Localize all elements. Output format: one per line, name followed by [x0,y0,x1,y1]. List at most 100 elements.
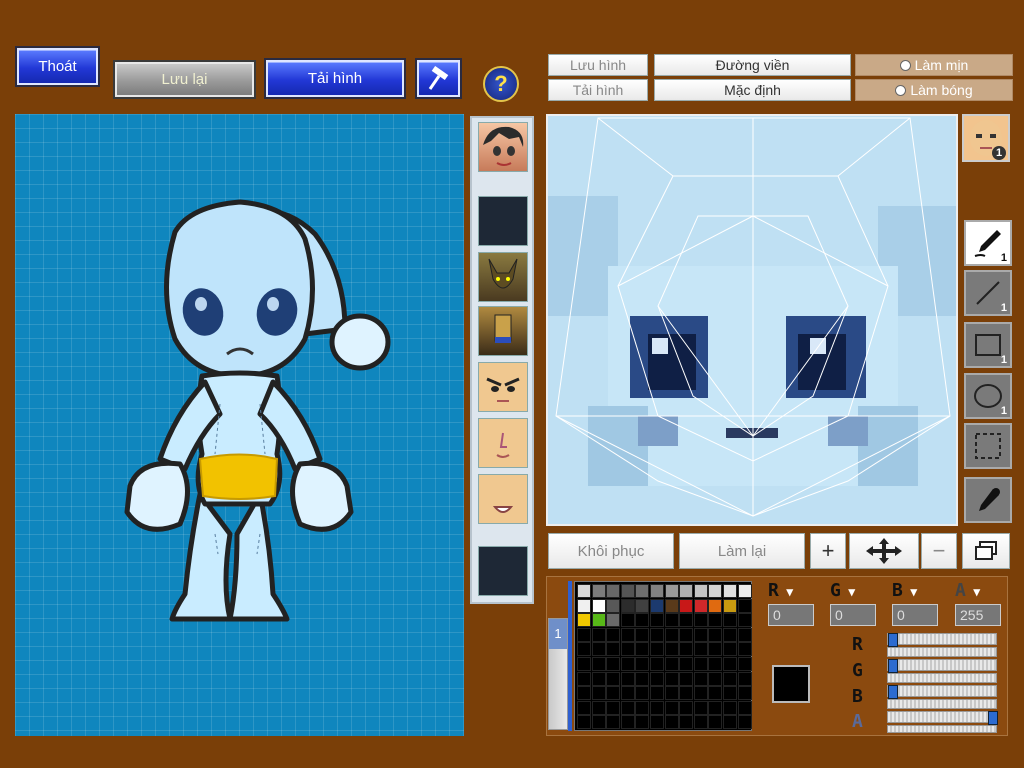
palette-swatch[interactable] [606,657,621,671]
palette-swatch[interactable] [635,642,650,657]
eyedropper-tool[interactable] [964,477,1012,523]
default-tab[interactable]: Mặc định [654,79,851,101]
g-slider[interactable] [887,659,997,673]
palette-swatch[interactable] [606,715,621,730]
palette-swatch[interactable] [664,715,679,730]
palette-swatch[interactable] [650,686,664,701]
palette-swatch[interactable] [679,686,694,701]
palette-swatch[interactable] [679,598,694,613]
palette-swatch[interactable] [737,642,752,657]
palette-swatch[interactable] [635,584,650,598]
palette-swatch[interactable] [577,700,591,715]
character-preview[interactable] [15,114,464,736]
palette-swatch[interactable] [650,584,664,598]
palette-swatch[interactable] [606,686,621,701]
palette-swatch[interactable] [693,642,708,657]
palette-swatch[interactable] [635,715,650,730]
thumb-beast-head[interactable] [478,252,528,302]
palette-swatch[interactable] [620,642,635,657]
palette-swatch[interactable] [664,700,679,715]
palette-swatch[interactable] [708,627,723,642]
palette-swatch[interactable] [679,584,694,598]
palette-swatch[interactable] [606,671,621,686]
palette-swatch[interactable] [591,657,606,671]
palette-swatch[interactable] [723,715,737,730]
palette-swatch[interactable] [577,627,591,642]
thumb-body[interactable] [478,306,528,356]
palette-swatch[interactable] [620,657,635,671]
palette-swatch[interactable] [723,671,737,686]
palette-swatch[interactable] [737,613,752,628]
palette-scroll[interactable] [568,581,572,731]
palette-swatch[interactable] [664,584,679,598]
move-button[interactable] [849,533,919,569]
b-value-input[interactable]: 0 [892,604,938,626]
thumb-mouth-2[interactable] [478,474,528,524]
palette-swatch[interactable] [577,671,591,686]
palette-swatch[interactable] [664,671,679,686]
palette-swatch[interactable] [635,627,650,642]
palette-swatch[interactable] [591,642,606,657]
palette-swatch[interactable] [591,700,606,715]
palette-swatch[interactable] [679,657,694,671]
b-slider[interactable] [887,685,997,699]
palette-swatch[interactable] [737,700,752,715]
palette-swatch[interactable] [693,671,708,686]
palette-swatch[interactable] [693,584,708,598]
palette-swatch[interactable] [693,715,708,730]
pixel-editor-canvas[interactable] [546,114,958,526]
a-value-input[interactable]: 255 [955,604,1001,626]
r-slider-thumb[interactable] [888,633,898,647]
palette-swatch[interactable] [591,686,606,701]
palette-swatch[interactable] [606,700,621,715]
palette-swatch[interactable] [591,613,606,628]
color-palette-grid[interactable] [574,581,752,731]
palette-swatch[interactable] [679,700,694,715]
palette-swatch[interactable] [708,657,723,671]
palette-swatch[interactable] [723,657,737,671]
pen-tool[interactable]: 1 [964,220,1012,266]
palette-swatch[interactable] [708,686,723,701]
thumb-empty-1[interactable] [478,196,528,246]
palette-swatch[interactable] [723,642,737,657]
zoom-in-button[interactable]: + [810,533,846,569]
palette-swatch[interactable] [606,642,621,657]
palette-swatch[interactable] [577,715,591,730]
palette-swatch[interactable] [650,671,664,686]
palette-swatch[interactable] [650,642,664,657]
palette-swatch[interactable] [664,613,679,628]
palette-swatch[interactable] [723,700,737,715]
a-slider-thumb[interactable] [988,711,998,725]
zoom-out-button[interactable]: − [921,533,957,569]
palette-swatch[interactable] [620,686,635,701]
palette-swatch[interactable] [737,584,752,598]
smooth-toggle[interactable]: Làm mịn [855,54,1013,76]
palette-swatch[interactable] [693,627,708,642]
palette-swatch[interactable] [693,613,708,628]
palette-swatch[interactable] [650,657,664,671]
redo-button[interactable]: Làm lại [679,533,805,569]
palette-swatch[interactable] [723,686,737,701]
palette-swatch[interactable] [591,584,606,598]
palette-swatch[interactable] [679,715,694,730]
palette-swatch[interactable] [577,642,591,657]
thumb-eyes-1[interactable] [478,362,528,412]
palette-swatch[interactable] [650,613,664,628]
palette-swatch[interactable] [737,715,752,730]
palette-swatch[interactable] [708,584,723,598]
palette-swatch[interactable] [737,686,752,701]
palette-swatch[interactable] [650,598,664,613]
palette-swatch[interactable] [708,715,723,730]
palette-swatch[interactable] [723,613,737,628]
palette-swatch[interactable] [635,700,650,715]
palette-swatch[interactable] [635,657,650,671]
palette-swatch[interactable] [708,613,723,628]
palette-swatch[interactable] [620,715,635,730]
palette-swatch[interactable] [620,613,635,628]
ellipse-tool[interactable]: 1 [964,373,1012,419]
palette-swatch[interactable] [664,598,679,613]
select-tool[interactable] [964,423,1012,469]
palette-swatch[interactable] [664,642,679,657]
face-preview-thumb[interactable]: 1 [962,114,1010,162]
outline-tab[interactable]: Đường viền [654,54,851,76]
